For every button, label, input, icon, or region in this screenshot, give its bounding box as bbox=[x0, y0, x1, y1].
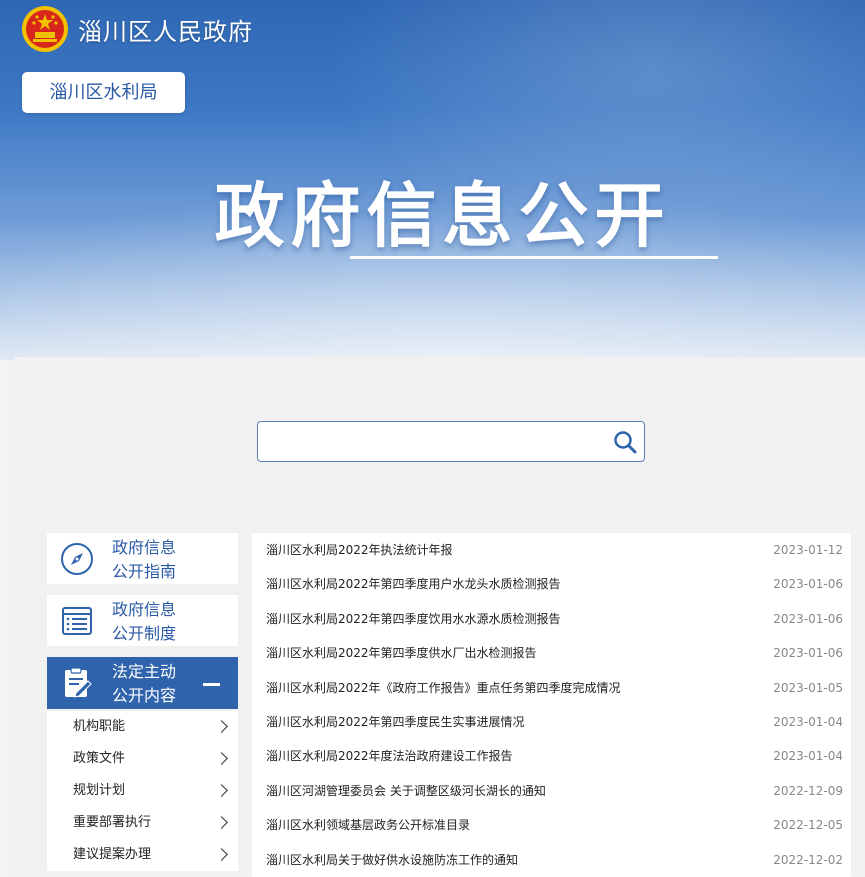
compass-icon bbox=[61, 543, 93, 575]
list-item[interactable]: 淄川区水利局2022年第四季度饮用水水源水质检测报告 2023-01-06 bbox=[252, 602, 851, 636]
submenu-item[interactable]: 机构职能 bbox=[47, 711, 238, 743]
bureau-button[interactable]: 淄川区水利局 bbox=[22, 72, 185, 113]
search-input[interactable] bbox=[266, 428, 610, 456]
submenu-item-label: 政策文件 bbox=[73, 751, 126, 766]
site-name[interactable]: 淄川区人民政府 bbox=[78, 12, 253, 47]
sidebar-item-proactive-disclosure[interactable]: 法定主动 公开内容 bbox=[47, 657, 238, 709]
label-line-1: 政府信息 bbox=[112, 600, 177, 619]
label-line-2: 公开内容 bbox=[112, 686, 177, 705]
article-date: 2023-01-06 bbox=[773, 646, 843, 661]
submenu-item-label: 重要部署执行 bbox=[73, 815, 152, 830]
article-title[interactable]: 淄川区水利局2022年第四季度饮用水水源水质检测报告 bbox=[266, 602, 561, 636]
article-title[interactable]: 淄川区水利局关于做好供水设施防冻工作的通知 bbox=[266, 843, 518, 877]
chevron-right-icon bbox=[215, 816, 228, 829]
article-title[interactable]: 淄川区水利局2022年第四季度民生实事进展情况 bbox=[266, 705, 525, 739]
title-underline bbox=[350, 256, 718, 259]
submenu-item[interactable]: 建议提案办理 bbox=[47, 839, 238, 871]
article-date: 2022-12-09 bbox=[773, 783, 843, 798]
submenu-item[interactable]: 规划计划 bbox=[47, 775, 238, 807]
chevron-right-icon bbox=[215, 720, 228, 733]
list-item[interactable]: 淄川区水利局2022年《政府工作报告》重点任务第四季度完成情况 2023-01-… bbox=[252, 671, 851, 705]
article-title[interactable]: 淄川区水利局2022年执法统计年报 bbox=[266, 533, 453, 567]
article-date: 2023-01-06 bbox=[773, 611, 843, 626]
sidebar-item-label: 政府信息 公开制度 bbox=[112, 598, 222, 646]
search-box bbox=[257, 421, 645, 462]
list-item[interactable]: 淄川区水利局2022年第四季度供水厂出水检测报告 2023-01-06 bbox=[252, 636, 851, 670]
article-date: 2023-01-04 bbox=[773, 714, 843, 729]
chevron-right-icon bbox=[215, 752, 228, 765]
article-date: 2023-01-04 bbox=[773, 749, 843, 764]
list-item[interactable]: 淄川区水利局2022年度法治政府建设工作报告 2023-01-04 bbox=[252, 739, 851, 773]
chevron-right-icon bbox=[215, 784, 228, 797]
article-date: 2022-12-05 bbox=[773, 818, 843, 833]
search-icon[interactable] bbox=[612, 429, 638, 455]
list-item[interactable]: 淄川区水利局2022年第四季度用户水龙头水质检测报告 2023-01-06 bbox=[252, 567, 851, 601]
label-line-2: 公开制度 bbox=[112, 624, 177, 643]
sidebar-item-disclosure-guide[interactable]: 政府信息 公开指南 bbox=[47, 533, 238, 584]
article-title[interactable]: 淄川区水利局2022年第四季度用户水龙头水质检测报告 bbox=[266, 567, 561, 601]
label-line-2: 公开指南 bbox=[112, 562, 177, 581]
page-title: 政府信息公开 bbox=[214, 175, 671, 257]
sidebar-item-disclosure-system[interactable]: 政府信息 公开制度 bbox=[47, 595, 238, 646]
article-title[interactable]: 淄川区水利局2022年《政府工作报告》重点任务第四季度完成情况 bbox=[266, 671, 621, 705]
article-title[interactable]: 淄川区水利局2022年第四季度供水厂出水检测报告 bbox=[266, 636, 537, 670]
national-emblem-icon[interactable] bbox=[20, 4, 70, 54]
submenu-item-label: 机构职能 bbox=[73, 719, 126, 734]
submenu-item[interactable]: 重要部署执行 bbox=[47, 807, 238, 839]
edit-clipboard-icon bbox=[65, 667, 92, 698]
list-document-icon bbox=[62, 607, 92, 635]
label-line-1: 政府信息 bbox=[112, 538, 177, 557]
article-date: 2023-01-05 bbox=[773, 680, 843, 695]
submenu-item-label: 规划计划 bbox=[73, 783, 126, 798]
article-date: 2023-01-06 bbox=[773, 577, 843, 592]
article-date: 2022-12-02 bbox=[773, 852, 843, 867]
header-banner: 淄川区人民政府 淄川区水利局 政府信息公开 bbox=[0, 0, 865, 360]
sidebar-item-label: 政府信息 公开指南 bbox=[112, 536, 222, 584]
submenu-item-label: 建议提案办理 bbox=[73, 847, 152, 862]
article-title[interactable]: 淄川区河湖管理委员会 关于调整区级河长湖长的通知 bbox=[266, 774, 546, 808]
label-line-1: 法定主动 bbox=[112, 662, 177, 681]
main-content: 政府信息 公开指南 政府信息 公开制度 法定主动 公开内容 机构职能 政策文件 … bbox=[14, 357, 865, 877]
list-item[interactable]: 淄川区水利局2022年第四季度民生实事进展情况 2023-01-04 bbox=[252, 705, 851, 739]
sidebar-submenu: 机构职能 政策文件 规划计划 重要部署执行 建议提案办理 bbox=[47, 711, 238, 871]
chevron-right-icon bbox=[215, 848, 228, 861]
article-date: 2023-01-12 bbox=[773, 543, 843, 557]
list-item[interactable]: 淄川区水利领域基层政务公开标准目录 2022-12-05 bbox=[252, 808, 851, 842]
list-item[interactable]: 淄川区河湖管理委员会 关于调整区级河长湖长的通知 2022-12-09 bbox=[252, 774, 851, 808]
collapse-icon[interactable] bbox=[203, 683, 220, 686]
article-title[interactable]: 淄川区水利局2022年度法治政府建设工作报告 bbox=[266, 739, 513, 773]
submenu-item[interactable]: 政策文件 bbox=[47, 743, 238, 775]
article-title[interactable]: 淄川区水利领域基层政务公开标准目录 bbox=[266, 808, 470, 842]
list-item[interactable]: 淄川区水利局2022年执法统计年报 2023-01-12 bbox=[252, 533, 851, 567]
article-list: 淄川区水利局2022年执法统计年报 2023-01-12 淄川区水利局2022年… bbox=[252, 533, 851, 877]
list-item[interactable]: 淄川区水利局关于做好供水设施防冻工作的通知 2022-12-02 bbox=[252, 843, 851, 877]
